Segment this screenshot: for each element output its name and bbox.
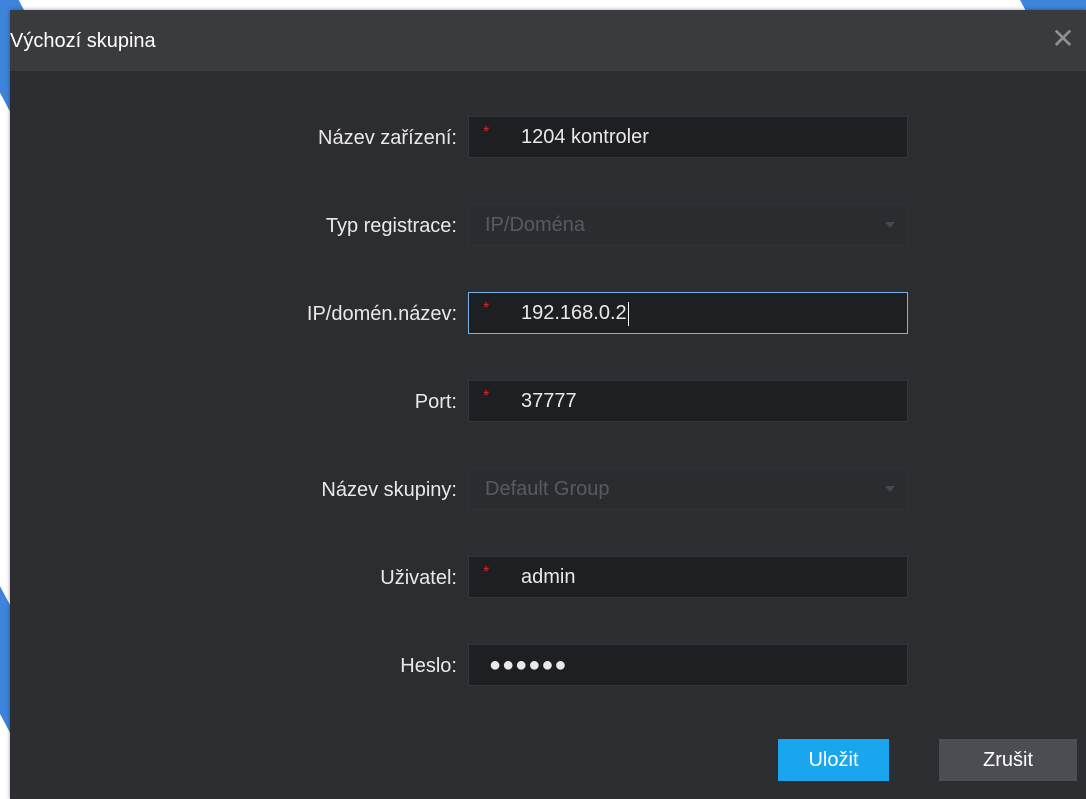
ip-domain-input[interactable]: * 192.168.0.2	[468, 292, 908, 334]
device-name-input[interactable]: * 1204 kontroler	[468, 116, 908, 158]
registration-type-label: Typ registrace:	[325, 215, 457, 237]
ip-domain-label: IP/domén.název:	[306, 303, 457, 325]
close-icon[interactable]: ✕	[1048, 24, 1078, 54]
port-input[interactable]: * 37777	[468, 380, 908, 422]
dialog-title: Výchozí skupina	[10, 30, 156, 52]
group-name-select[interactable]: Default Group	[468, 468, 908, 510]
registration-type-value: IP/Doména	[485, 214, 586, 236]
password-input[interactable]: ●●●●●●	[468, 644, 908, 686]
form-row-port: Port: * 37777	[10, 380, 1086, 424]
required-marker: *	[483, 300, 490, 317]
device-name-label: Název zařízení:	[318, 127, 457, 149]
cancel-button[interactable]: Zrušit	[939, 739, 1077, 781]
group-name-label: Název skupiny:	[321, 479, 457, 501]
required-marker: *	[483, 124, 490, 141]
port-label: Port:	[414, 391, 457, 413]
text-cursor	[627, 301, 629, 326]
registration-type-select[interactable]: IP/Doména	[468, 204, 908, 246]
ip-domain-value: 192.168.0.2	[521, 302, 627, 324]
device-name-value: 1204 kontroler	[521, 126, 649, 148]
chevron-down-icon	[885, 486, 895, 492]
user-input[interactable]: * admin	[468, 556, 908, 598]
default-group-dialog: Výchozí skupina ✕ Název zařízení: * 1204…	[10, 10, 1086, 799]
ip-domain-value-wrap: 192.168.0.2	[521, 293, 629, 333]
user-label: Uživatel:	[380, 567, 457, 589]
password-label: Heslo:	[400, 655, 457, 677]
form-row-ip-domain: IP/domén.název: * 192.168.0.2	[10, 292, 1086, 336]
form-row-user: Uživatel: * admin	[10, 556, 1086, 600]
form-row-registration-type: Typ registrace: IP/Doména	[10, 204, 1086, 248]
form-row-password: Heslo: ●●●●●●	[10, 644, 1086, 688]
required-marker: *	[483, 388, 490, 405]
group-name-value: Default Group	[485, 478, 610, 500]
save-button[interactable]: Uložit	[778, 739, 889, 781]
form-row-group-name: Název skupiny: Default Group	[10, 468, 1086, 512]
required-marker: *	[483, 564, 490, 581]
user-value: admin	[521, 566, 576, 588]
password-masked-value: ●●●●●●	[489, 654, 568, 676]
dialog-titlebar: Výchozí skupina ✕	[10, 10, 1086, 71]
form-row-device-name: Název zařízení: * 1204 kontroler	[10, 116, 1086, 160]
port-value: 37777	[521, 390, 577, 412]
chevron-down-icon	[885, 222, 895, 228]
